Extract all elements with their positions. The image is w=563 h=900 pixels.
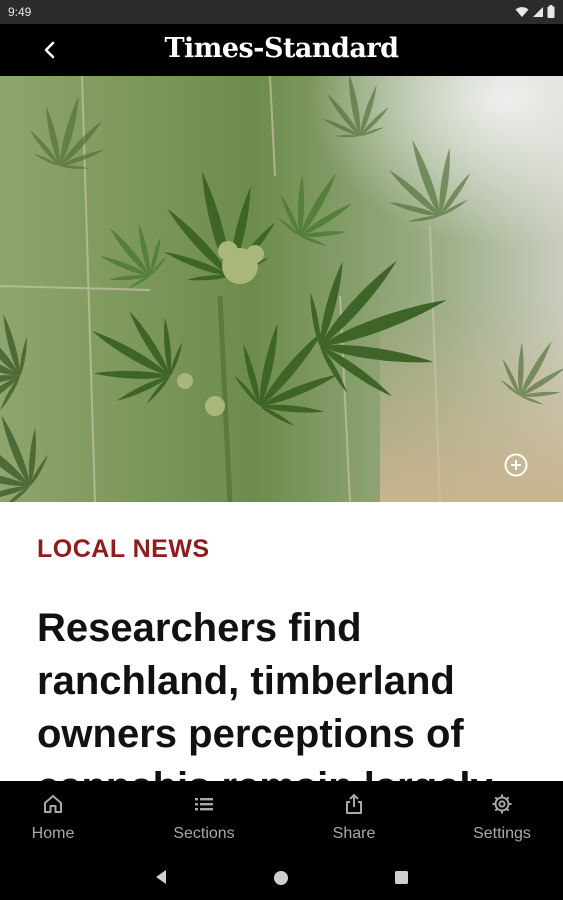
home-icon [44,795,62,813]
nav-home[interactable]: Home [0,781,113,855]
cannabis-plant-photo [0,76,563,502]
nav-sections-label: Sections [173,825,235,842]
status-time: 9:49 [8,5,32,19]
list-icon [195,798,213,811]
square-recents-icon [395,871,408,884]
circle-home-icon [274,871,288,885]
bottom-nav: Home Sections Share Settings [0,781,563,855]
share-icon [346,794,362,814]
status-bar: 9:49 [0,0,563,24]
app-bar: Times-Standard [0,24,563,76]
nav-sections[interactable]: Sections [144,781,264,855]
system-home-button[interactable] [273,870,289,891]
nav-settings-label: Settings [473,825,531,842]
zoom-in-icon [504,453,528,477]
wifi-icon [515,6,529,17]
nav-home-label: Home [31,825,75,842]
system-recents-button[interactable] [394,870,409,890]
article-headline: Researchers find ranchland, timberland o… [37,606,493,781]
gear-icon [492,794,512,814]
signal-icon [533,6,543,17]
category-label[interactable]: LOCAL NEWS [37,535,210,564]
status-icons [515,5,555,18]
system-nav-bar [0,855,563,900]
triangle-back-icon [156,870,166,884]
article-content: LOCAL NEWS Researchers find ranchland, t… [0,502,563,781]
nav-settings[interactable]: Settings [442,781,562,855]
nav-share-label: Share [332,825,376,842]
battery-icon [547,5,555,18]
masthead-logo: Times-Standard [164,33,399,64]
hero-image[interactable] [0,76,563,502]
system-back-button[interactable] [153,868,169,891]
nav-share[interactable]: Share [294,781,414,855]
zoom-button[interactable] [503,452,529,478]
